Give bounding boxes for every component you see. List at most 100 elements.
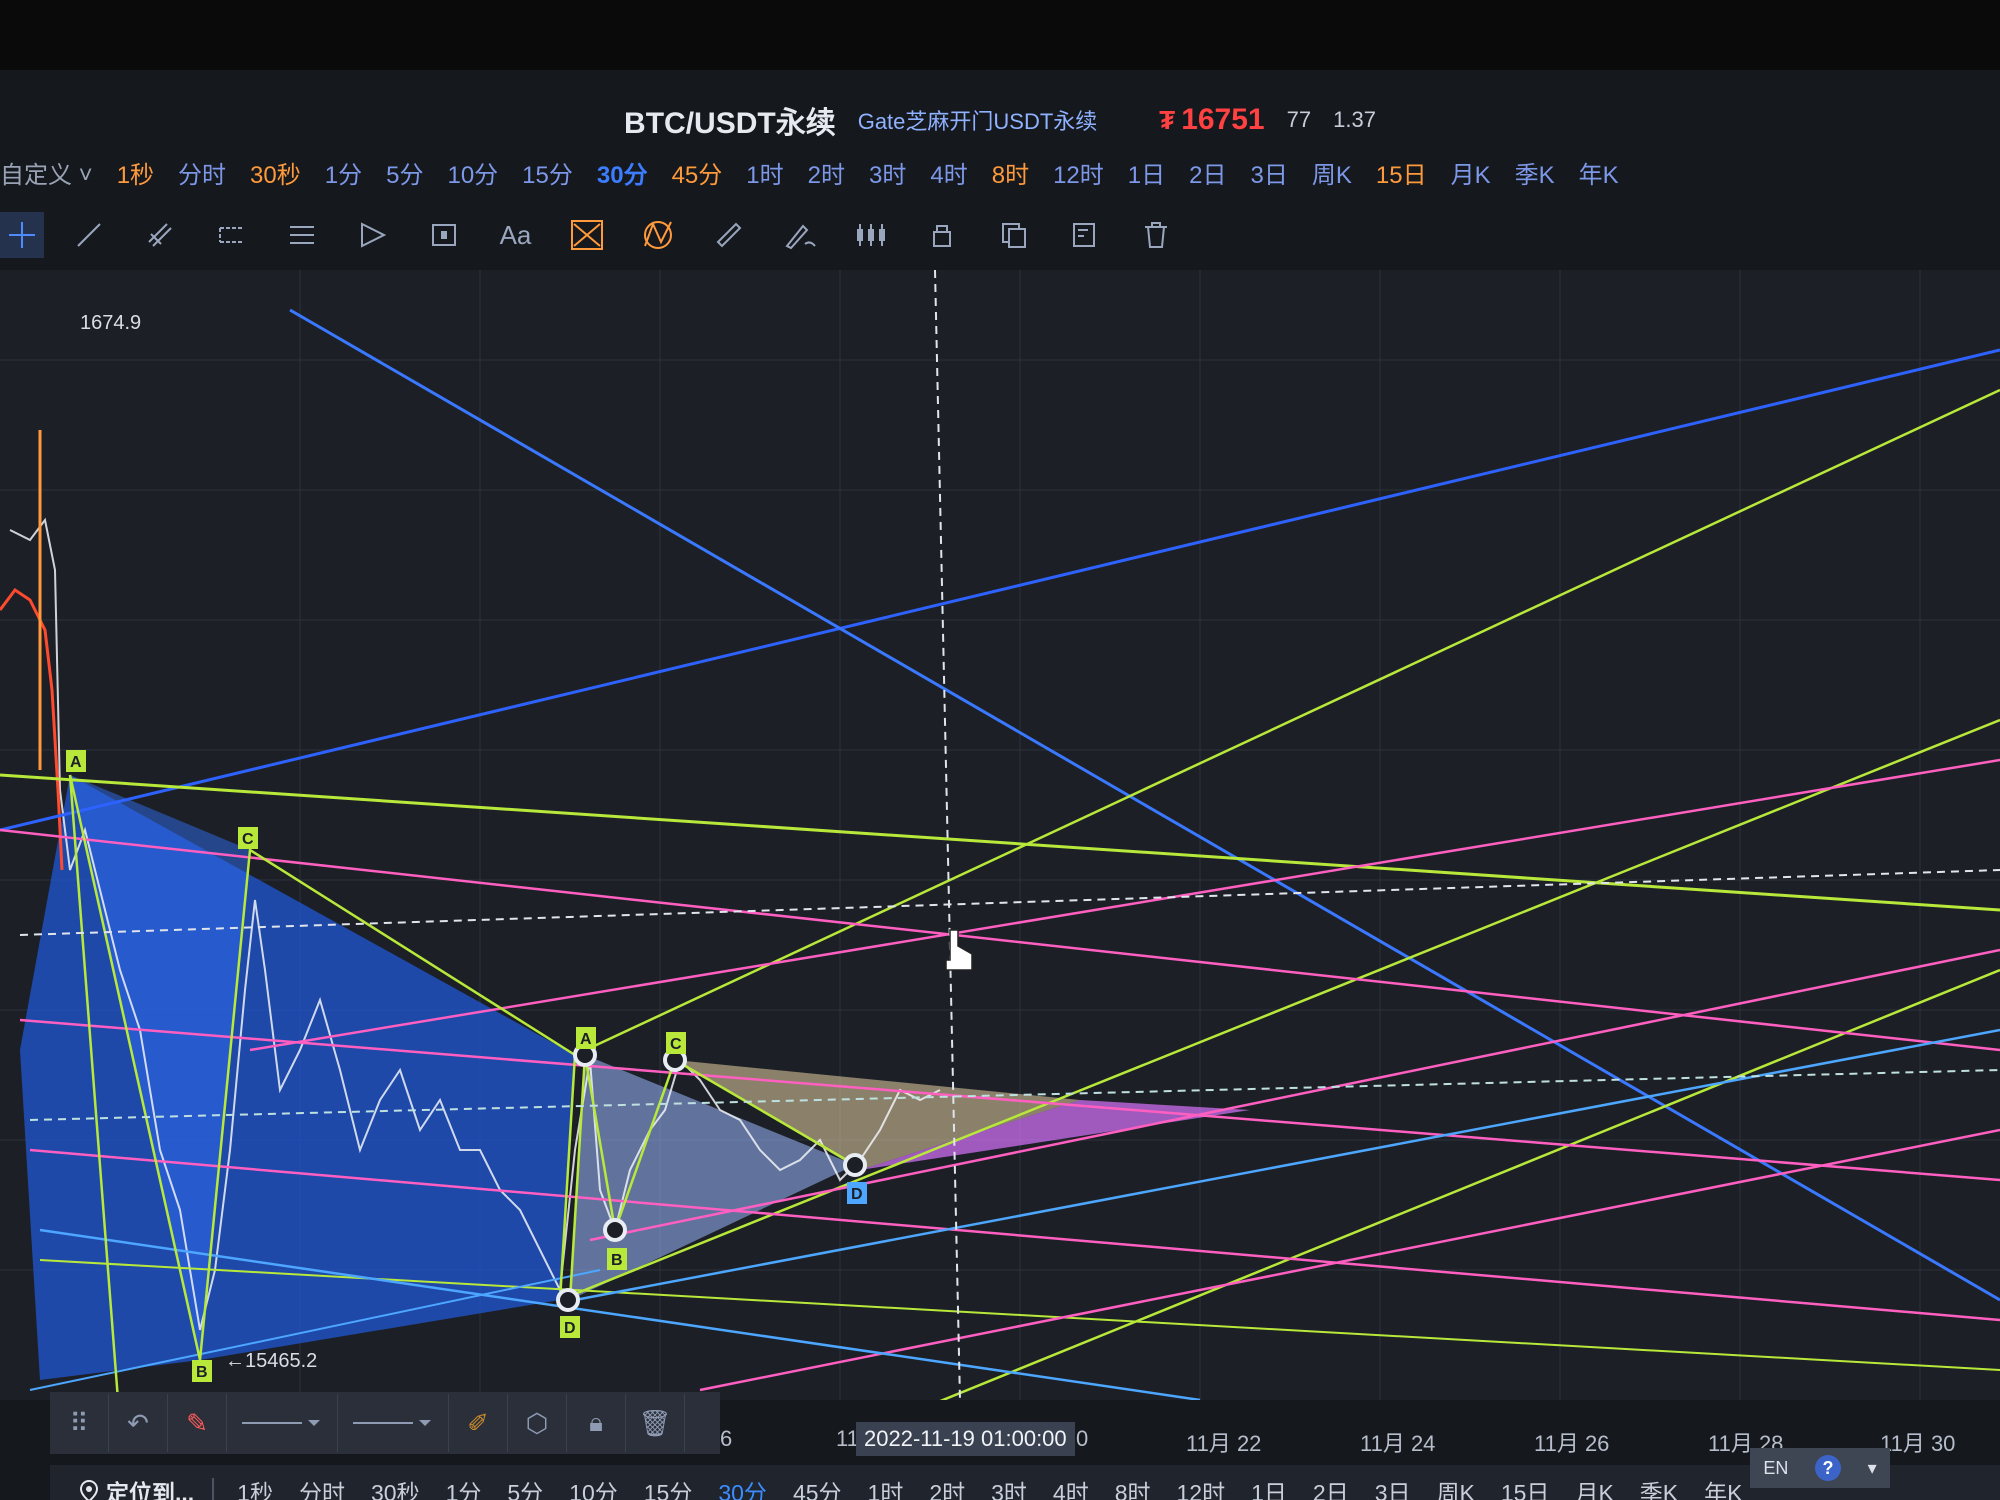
copy-icon[interactable] — [987, 212, 1041, 258]
bottom-timeframe-12[interactable]: 4时 — [1040, 1474, 1102, 1500]
bottom-timeframe-8[interactable]: 45分 — [780, 1474, 855, 1500]
timeframe-22[interactable]: 季K — [1503, 155, 1567, 190]
line-icon[interactable] — [61, 212, 115, 258]
hexagon-settings-icon[interactable]: ⬡ — [508, 1394, 567, 1452]
line-width-dropdown[interactable] — [338, 1394, 449, 1452]
label-c1: C — [242, 831, 254, 848]
crosshair-icon[interactable] — [0, 212, 45, 258]
price-change-percent: 1.37 — [1333, 107, 1376, 132]
timeframe-17[interactable]: 2日 — [1177, 155, 1238, 190]
timeframe-1[interactable]: 1秒 — [105, 155, 166, 190]
timeframe-14[interactable]: 8时 — [980, 155, 1041, 190]
locate-button[interactable]: 定位到... — [50, 1474, 212, 1500]
bottom-timeframe-18[interactable]: 周K — [1424, 1474, 1488, 1500]
pattern-icon[interactable] — [560, 212, 614, 258]
timeframe-4[interactable]: 1分 — [313, 155, 374, 190]
drag-handle-icon[interactable]: ⠿ — [50, 1394, 109, 1452]
pair-title[interactable]: BTC/USDT永续 — [624, 98, 836, 142]
timeframe-7[interactable]: 15分 — [510, 155, 585, 190]
legend-price-hint: 1674.9 — [80, 312, 142, 334]
help-icon[interactable]: ? — [1814, 1455, 1841, 1481]
timeframe-12[interactable]: 3时 — [857, 155, 918, 190]
exchange-subtitle: Gate芝麻开门USDT永续 — [857, 109, 1098, 134]
bottom-timeframe-0[interactable]: 1秒 — [224, 1474, 286, 1500]
trendline-pink-up-3 — [699, 1128, 2000, 1392]
timeframe-18[interactable]: 3日 — [1239, 155, 1300, 190]
drawing-style-bar: ⠿ ↶ ✎ ✐ ⬡ 🔒︎ 🗑︎ — [50, 1392, 720, 1454]
chevron-down-icon[interactable]: ▾ — [1868, 1458, 1877, 1479]
bottom-timeframe-7[interactable]: 30分 — [705, 1474, 780, 1500]
trash-icon[interactable] — [1129, 212, 1183, 258]
timeframe-5[interactable]: 5分 — [374, 155, 435, 190]
timeframe-9[interactable]: 45分 — [660, 155, 735, 190]
label-a2: A — [580, 1031, 592, 1048]
text-icon[interactable]: Aa — [488, 212, 542, 258]
bottom-timeframe-22[interactable]: 年K — [1691, 1474, 1755, 1500]
bottom-timeframe-20[interactable]: 月K — [1562, 1474, 1626, 1500]
ruler-icon[interactable] — [702, 212, 756, 258]
bottom-timeframe-6[interactable]: 15分 — [631, 1474, 706, 1500]
bottom-timeframe-2[interactable]: 30秒 — [358, 1474, 433, 1500]
bottom-timeframe-17[interactable]: 3日 — [1362, 1474, 1424, 1500]
anchor-point-d2 — [556, 1288, 580, 1312]
date-axis-fragment: 6 — [720, 1426, 733, 1451]
bottom-timeframe-19[interactable]: 15日 — [1488, 1474, 1563, 1500]
timeframe-6[interactable]: 10分 — [435, 155, 510, 190]
timeframe-2[interactable]: 分时 — [166, 155, 238, 190]
pen-color-icon[interactable]: ✎ — [168, 1394, 227, 1452]
bottom-timeframe-21[interactable]: 季K — [1627, 1474, 1691, 1500]
bottom-timeframe-10[interactable]: 2时 — [916, 1474, 978, 1500]
chart-canvas[interactable]: A C B A C B D D — [0, 270, 2000, 1400]
pencil-icon[interactable] — [773, 212, 827, 258]
timeframe-20[interactable]: 15日 — [1364, 155, 1439, 190]
anchor-point-b — [603, 1218, 627, 1242]
ime-toolbar[interactable]: EN ? ▾ — [1750, 1448, 1890, 1488]
bottom-timeframe-1[interactable]: 分时 — [286, 1474, 358, 1500]
bottom-timeframe-3[interactable]: 1分 — [433, 1474, 495, 1500]
timeframe-selector: 自定义 ˅ 1秒 分时 30秒 1分 5分 10分 15分 30分 45分 1时 2时 3时 4时 8时 12… — [0, 150, 2000, 194]
lock-icon[interactable] — [915, 212, 969, 258]
bottom-timeframe-4[interactable]: 5分 — [494, 1474, 556, 1500]
timeframe-8[interactable]: 30分 — [585, 155, 660, 190]
low-price-label: ←15465.2 — [225, 1350, 318, 1372]
channel-icon[interactable] — [204, 212, 258, 258]
bottom-timeframe-11[interactable]: 3时 — [978, 1474, 1040, 1500]
bottom-timeframe-14[interactable]: 12时 — [1164, 1474, 1239, 1500]
harmonic-icon[interactable] — [631, 212, 685, 258]
bottom-timeframe-9[interactable]: 1时 — [855, 1474, 917, 1500]
ime-lang[interactable]: EN — [1763, 1458, 1788, 1479]
bottom-timeframe-13[interactable]: 8时 — [1102, 1474, 1164, 1500]
locate-label: 定位到... — [106, 1480, 195, 1500]
lock-icon[interactable]: 🔒︎ — [567, 1394, 626, 1452]
rectangle-icon[interactable] — [417, 212, 471, 258]
timeframe-21[interactable]: 月K — [1439, 155, 1503, 190]
label-d1: D — [564, 1320, 576, 1337]
divider — [212, 1478, 215, 1500]
date-axis-crosshair-suffix: 0 — [1076, 1426, 1089, 1451]
timeframe-16[interactable]: 1日 — [1116, 155, 1177, 190]
timeframe-10[interactable]: 1时 — [734, 155, 795, 190]
timeframe-23[interactable]: 年K — [1567, 155, 1631, 190]
anchor-point-d — [843, 1153, 867, 1177]
indicator-legend: 1674.9 — [0, 310, 141, 336]
line-style-dropdown[interactable] — [227, 1394, 338, 1452]
timeframe-19[interactable]: 周K — [1300, 155, 1364, 190]
undo-icon[interactable]: ↶ — [109, 1394, 168, 1452]
timeframe-3[interactable]: 30秒 — [238, 155, 313, 190]
candles-icon[interactable] — [844, 212, 898, 258]
settings-icon[interactable] — [1058, 212, 1112, 258]
bottom-timeframe-15[interactable]: 1日 — [1238, 1474, 1300, 1500]
timeframe-15[interactable]: 12时 — [1041, 155, 1116, 190]
bottom-timeframe-16[interactable]: 2日 — [1300, 1474, 1362, 1500]
bottom-timeframe-5[interactable]: 10分 — [556, 1474, 631, 1500]
parallel-line-icon[interactable] — [133, 212, 187, 258]
timeframe-13[interactable]: 4时 — [918, 155, 979, 190]
horizontal-lines-icon[interactable] — [275, 212, 329, 258]
trash-icon[interactable]: 🗑︎ — [626, 1394, 685, 1452]
highlight-icon[interactable]: ✐ — [449, 1394, 508, 1452]
timeframe-11[interactable]: 2时 — [796, 155, 857, 190]
price-chart[interactable]: A C B A C B D D — [0, 270, 2000, 1400]
last-price: ₮ 16751 — [1159, 103, 1264, 137]
pitchfork-icon[interactable] — [346, 212, 400, 258]
timeframe-0[interactable]: 自定义 ˅ — [0, 155, 105, 190]
